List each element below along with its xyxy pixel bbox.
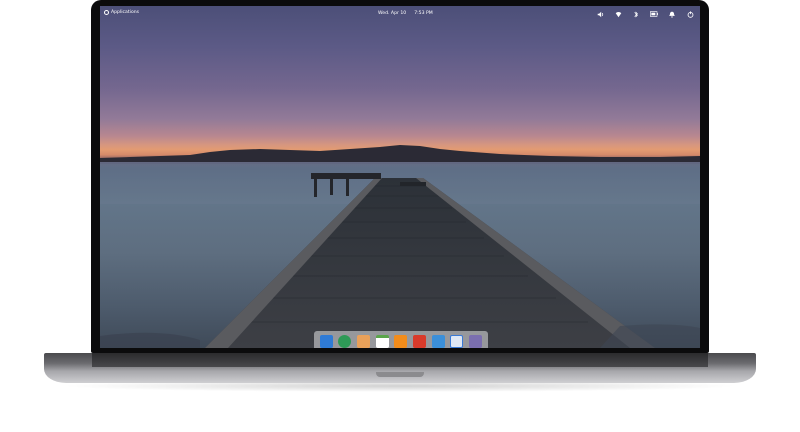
calendar-icon[interactable] (375, 334, 389, 348)
applications-label: Applications (111, 10, 140, 15)
notifications-icon[interactable] (668, 10, 676, 18)
volume-icon[interactable] (596, 10, 604, 18)
laptop-hinge (92, 353, 708, 367)
desktop-screen: Applications Wed. Apr 10 7:53 PM (100, 6, 700, 348)
music-icon[interactable] (394, 334, 408, 348)
indicator-area (596, 10, 694, 18)
battery-icon[interactable] (650, 10, 658, 18)
applications-menu-button[interactable]: Applications (104, 10, 139, 15)
top-panel: Applications Wed. Apr 10 7:53 PM (100, 6, 700, 22)
date-time-indicator[interactable]: Wed. Apr 10 7:53 PM (378, 11, 433, 16)
network-icon[interactable] (614, 10, 622, 18)
applications-icon (104, 10, 109, 15)
settings-icon[interactable] (469, 334, 483, 348)
bluetooth-icon[interactable] (632, 10, 640, 18)
date-label: Wed. Apr 10 (378, 11, 407, 16)
files-icon[interactable] (319, 334, 333, 348)
laptop-opening-notch (376, 372, 424, 377)
mail-icon[interactable] (357, 334, 371, 348)
laptop-lid: Applications Wed. Apr 10 7:53 PM (91, 0, 709, 353)
time-label: 7:53 PM (414, 11, 433, 16)
pier-illustration (100, 164, 700, 348)
photos-icon[interactable] (431, 334, 445, 348)
appcenter-icon[interactable] (450, 334, 464, 348)
dock (314, 331, 488, 348)
web-browser-icon[interactable] (338, 334, 352, 348)
power-icon[interactable] (686, 10, 694, 18)
videos-icon[interactable] (413, 334, 427, 348)
